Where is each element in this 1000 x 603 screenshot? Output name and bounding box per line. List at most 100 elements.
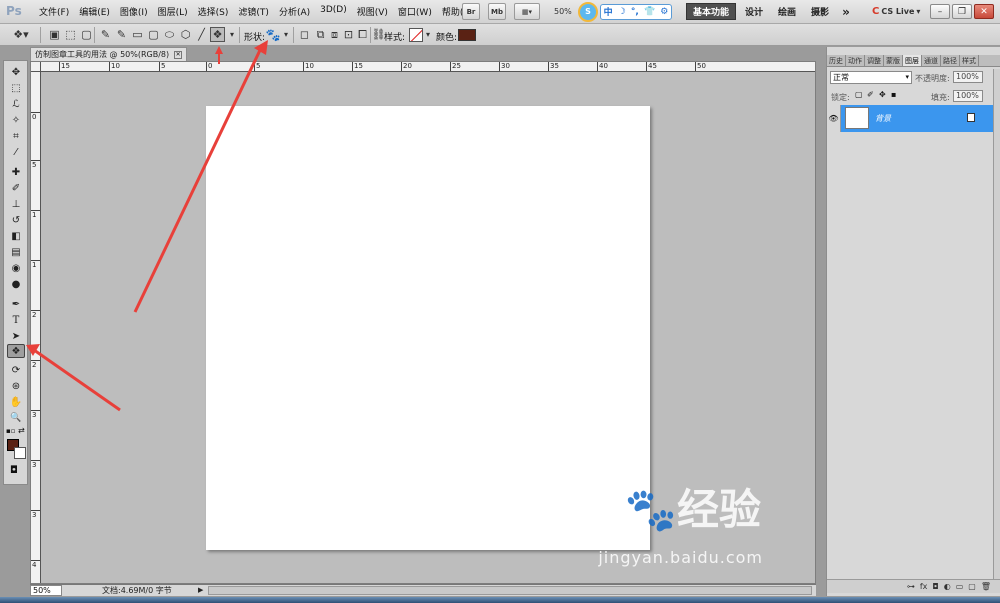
workspace-painting[interactable]: 绘画 [774,3,800,20]
fill-field[interactable]: 100% [953,90,983,102]
lock-transparent-icon[interactable]: ▢ [855,90,863,99]
close-button[interactable]: ✕ [974,4,994,19]
shirt-icon[interactable]: 👕 [644,7,655,17]
shape-layers-mode-icon[interactable]: ▣ [47,27,62,42]
zoom-level[interactable]: 50% [554,7,572,16]
type-tool[interactable]: T [7,313,25,327]
punctuation-icon[interactable]: °, [631,7,639,17]
color-swatch[interactable] [458,29,476,41]
gradient-tool[interactable]: ▤ [7,245,25,259]
menu-edit[interactable]: 编辑(E) [74,5,115,18]
lock-all-icon[interactable]: ▪ [891,90,896,99]
horizontal-scrollbar[interactable] [208,586,812,595]
eyedropper-tool[interactable]: ⁄ [7,145,25,159]
add-area-icon[interactable]: ⧉ [313,27,328,42]
blend-mode-select[interactable]: 正常 ▾ [830,71,912,84]
freeform-pen-icon[interactable]: ✎ [114,27,129,42]
move-tool[interactable]: ✥ [7,65,25,79]
ime-toolbar[interactable]: S 中 ☽ °, 👕 ⚙ [578,1,674,22]
mask-icon[interactable]: ◘ [932,582,938,591]
custom-shape-tool[interactable]: ❖ [7,344,25,358]
tab-channels[interactable]: 通道 [922,55,941,66]
bridge-button[interactable]: Br [462,3,480,20]
layer-name[interactable]: 背景 [875,113,891,124]
quick-select-tool[interactable]: ✧ [7,113,25,127]
new-layer-icon[interactable]: ▢ [968,582,976,591]
quick-mask-icon[interactable]: ◘ [10,465,18,476]
paw-icon[interactable]: 🐾 [264,27,282,42]
menu-view[interactable]: 视图(V) [352,5,393,18]
shape-picker-arrow[interactable]: ▾ [282,27,290,42]
hand-tool[interactable]: ✋ [7,395,25,409]
dodge-tool[interactable]: ● [7,277,25,291]
tab-layers[interactable]: 图层 [903,55,922,66]
default-colors-icon[interactable]: ▪▫ [6,427,16,435]
menu-image[interactable]: 图像(I) [115,5,153,18]
style-picker-arrow[interactable]: ▾ [424,27,432,42]
fx-icon[interactable]: fx [920,582,928,591]
status-menu-arrow[interactable]: ▶ [198,586,203,594]
document-tab[interactable]: 仿制图章工具的用法 @ 50%(RGB/8) ✕ [30,47,187,61]
line-icon[interactable]: ╱ [194,27,209,42]
menu-file[interactable]: 文件(F) [34,5,74,18]
subtract-area-icon[interactable]: ⧈ [327,27,342,42]
menu-window[interactable]: 窗口(W) [393,5,437,18]
rectangle-icon[interactable]: ▭ [130,27,145,42]
3d-orbit-tool[interactable]: ⊛ [7,379,25,393]
ruler-origin[interactable] [31,62,41,72]
menu-filter[interactable]: 滤镜(T) [233,5,274,18]
panel-scrollbar[interactable] [993,69,1000,579]
healing-tool[interactable]: ✚ [7,165,25,179]
geometry-options-arrow[interactable]: ▾ [228,27,236,42]
cs-live-button[interactable]: C CS Live ▾ [872,6,920,17]
fill-pixels-mode-icon[interactable]: ▢ [79,27,94,42]
eye-icon[interactable]: 👁 [827,105,841,132]
intersect-area-icon[interactable]: ⊡ [341,27,356,42]
adjustment-icon[interactable]: ◐ [944,582,951,591]
lock-pixels-icon[interactable]: ✐ [867,90,874,99]
layer-row[interactable]: 👁 背景 [827,105,993,132]
workspace-design[interactable]: 设计 [742,3,766,20]
background-color[interactable] [14,447,26,459]
vertical-ruler[interactable]: 0 5 1 1 2 2 3 3 3 4 [31,72,41,583]
opacity-field[interactable]: 100% [953,71,983,83]
tab-history[interactable]: 历史 [827,55,846,66]
marquee-tool[interactable]: ⬚ [7,81,25,95]
trash-icon[interactable]: 🗑 [981,582,991,591]
tab-masks[interactable]: 蒙版 [884,55,903,66]
workspace-essentials[interactable]: 基本功能 [686,3,736,20]
path-select-tool[interactable]: ➤ [7,329,25,343]
stamp-tool[interactable]: ⊥ [7,197,25,211]
rounded-rectangle-icon[interactable]: ▢ [146,27,161,42]
new-layer-mode-icon[interactable]: ◻ [297,27,312,42]
brush-tool[interactable]: ✐ [7,181,25,195]
eraser-tool[interactable]: ◧ [7,229,25,243]
lock-position-icon[interactable]: ✥ [879,90,886,99]
gear-icon[interactable]: ⚙ [660,7,668,17]
ime-bar[interactable]: 中 ☽ °, 👕 ⚙ [600,3,672,20]
crop-tool[interactable]: ⌗ [7,129,25,143]
tool-preset-picker[interactable]: ❖▾ [8,27,34,42]
close-icon[interactable]: ✕ [174,50,183,59]
paths-mode-icon[interactable]: ⬚ [63,27,78,42]
polygon-icon[interactable]: ⬡ [178,27,193,42]
ellipse-icon[interactable]: ⬭ [162,27,177,42]
horizontal-ruler[interactable]: 15 10 5 0 5 10 15 20 25 30 35 40 45 50 [41,62,815,72]
view-extras-button[interactable]: ▦▾ [514,3,540,20]
menu-layer[interactable]: 图层(L) [153,5,193,18]
style-picker[interactable] [409,28,423,42]
swap-colors-icon[interactable]: ⇄ [18,426,25,435]
document-size-info[interactable]: 文档:4.69M/0 字节 [102,585,172,596]
menu-3d[interactable]: 3D(D) [315,5,352,18]
menu-analysis[interactable]: 分析(A) [274,5,315,18]
pen-icon[interactable]: ✎ [98,27,113,42]
tab-paths[interactable]: 路径 [941,55,960,66]
group-icon[interactable]: ▭ [956,582,964,591]
blur-tool[interactable]: ◉ [7,261,25,275]
menu-select[interactable]: 选择(S) [193,5,234,18]
tab-actions[interactable]: 动作 [846,55,865,66]
ime-mode[interactable]: 中 [604,5,613,18]
history-brush-tool[interactable]: ↺ [7,213,25,227]
status-zoom-field[interactable]: 50% [30,585,62,596]
custom-shape-icon[interactable]: ❖ [210,27,225,42]
